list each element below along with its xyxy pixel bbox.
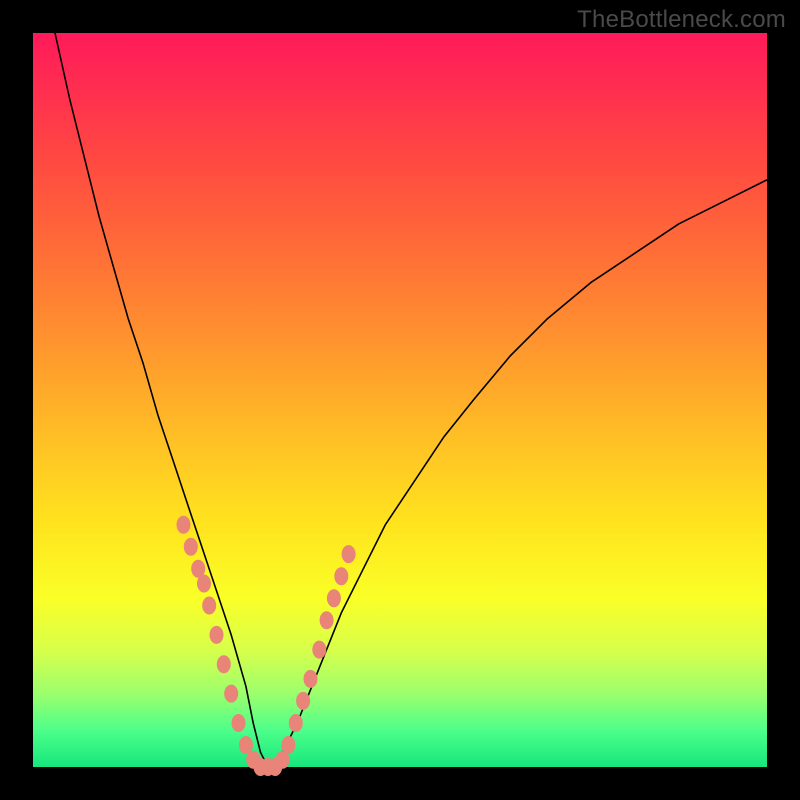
highlight-marker [177, 516, 191, 534]
highlight-marker [342, 545, 356, 563]
bottleneck-curve-path [55, 33, 767, 767]
highlight-marker [296, 692, 310, 710]
highlight-marker [197, 575, 211, 593]
highlight-marker [304, 670, 318, 688]
highlight-marker [334, 567, 348, 585]
highlight-marker [281, 736, 295, 754]
highlight-marker [327, 589, 341, 607]
plot-area [33, 33, 767, 767]
highlight-marker [320, 611, 334, 629]
chart-svg [33, 33, 767, 767]
highlight-marker [289, 714, 303, 732]
watermark-text: TheBottleneck.com [577, 6, 786, 34]
highlight-marker [202, 597, 216, 615]
highlight-marker [184, 538, 198, 556]
highlight-marker [210, 626, 224, 644]
highlight-marker [224, 685, 238, 703]
highlight-marker [312, 641, 326, 659]
highlight-marker [217, 655, 231, 673]
highlight-marker [232, 714, 246, 732]
chart-frame: TheBottleneck.com [0, 0, 800, 800]
